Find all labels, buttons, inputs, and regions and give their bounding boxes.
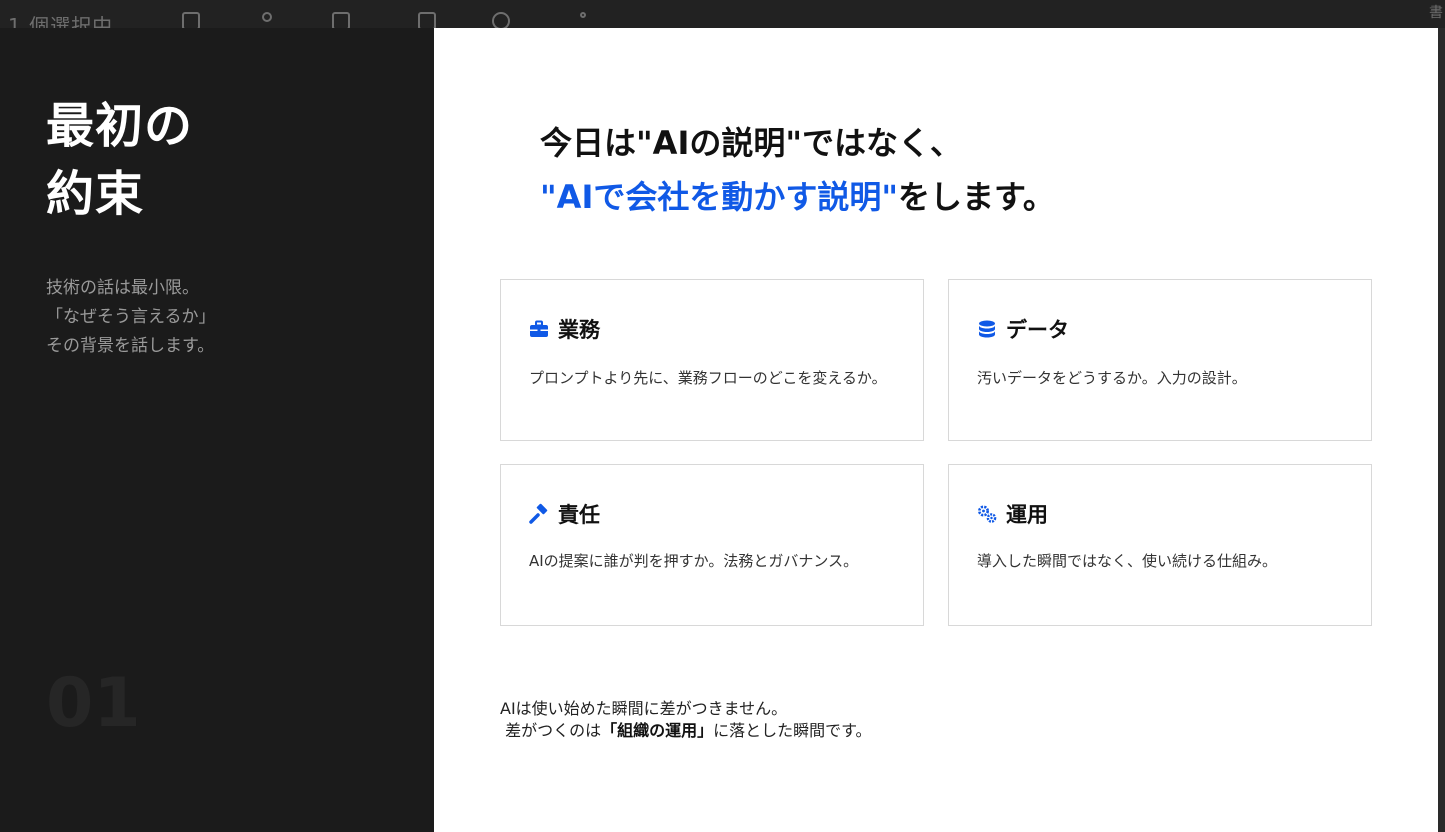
add-user-icon[interactable]	[182, 12, 200, 28]
card-header: データ	[976, 314, 1069, 344]
gears-icon	[978, 505, 997, 523]
selection-count: 1 個選択中	[8, 14, 114, 28]
subtitle-line2: 「なぜそう言えるか」	[46, 307, 216, 327]
card-title: 業務	[558, 318, 600, 342]
headline-line2-rest: をします。	[898, 178, 1055, 216]
trash-icon[interactable]	[418, 12, 436, 28]
headline-line1: 今日は"AIの説明"ではなく、	[540, 124, 963, 162]
card-responsibility: 責任 AIの提案に誰が判を押すか。法務とガバナンス。	[500, 464, 924, 626]
card-description: プロンプトより先に、業務フローのどこを変えるか。	[529, 369, 887, 387]
card-description: 導入した瞬間ではなく、使い続ける仕組み。	[977, 552, 1278, 570]
section-title-line2: 約束	[46, 166, 145, 222]
footer-line2-post: に落とした瞬間です。	[713, 721, 872, 740]
link-icon[interactable]	[492, 12, 510, 28]
left-panel: 最初の 約束 技術の話は最小限。 「なぜそう言えるか」 その背景を話します。 0…	[0, 28, 434, 832]
card-operation: 運用 導入した瞬間ではなく、使い続ける仕組み。	[948, 464, 1372, 626]
footer-line2: 差がつくのは「組織の運用」に落とした瞬間です。	[500, 720, 872, 742]
database-icon	[979, 320, 995, 338]
card-title: データ	[1006, 318, 1069, 342]
subtitle-line1: 技術の話は最小限。	[46, 278, 199, 298]
section-title: 最初の 約束	[46, 92, 193, 228]
slide-number: 01	[46, 664, 141, 743]
card-header: 運用	[976, 499, 1048, 529]
section-subtitle: 技術の話は最小限。 「なぜそう言えるか」 その背景を話します。	[46, 274, 216, 361]
headline: 今日は"AIの説明"ではなく、 "AIで会社を動かす説明"をします。	[540, 116, 1055, 224]
card-title: 責任	[558, 503, 600, 527]
download-icon[interactable]	[262, 12, 272, 22]
card-description: 汚いデータをどうするか。入力の設計。	[977, 369, 1247, 387]
card-description: AIの提案に誰が判を押すか。法務とガバナンス。	[529, 552, 859, 570]
card-title: 運用	[1006, 503, 1048, 527]
gavel-icon	[529, 503, 548, 524]
footer-line1: AIは使い始めた瞬間に差がつきません。	[500, 699, 788, 718]
headline-accent: "AIで会社を動かす説明"	[540, 178, 899, 216]
card-header: 責任	[528, 499, 600, 529]
corner-label: 書	[1429, 5, 1443, 21]
right-edge	[1438, 28, 1445, 832]
content-panel: 今日は"AIの説明"ではなく、 "AIで会社を動かす説明"をします。 業務 プロ…	[434, 28, 1438, 832]
footer-line2-pre: 差がつくのは	[505, 721, 602, 740]
card-header: 業務	[528, 314, 600, 344]
card-data: データ 汚いデータをどうするか。入力の設計。	[948, 279, 1372, 441]
briefcase-icon	[530, 320, 548, 337]
slide-editor-view: 1 個選択中 書 最初の 約束 技術の話は最小限。 「なぜそう言えるか」 その背…	[0, 0, 1445, 832]
card-business: 業務 プロンプトより先に、業務フローのどこを変えるか。	[500, 279, 924, 441]
footer-note: AIは使い始めた瞬間に差がつきません。 差がつくのは「組織の運用」に落とした瞬間…	[500, 698, 872, 742]
subtitle-line3: その背景を話します。	[46, 336, 215, 356]
section-title-line1: 最初の	[46, 98, 194, 154]
editor-toolbar: 1 個選択中 書	[0, 0, 1445, 28]
more-options-icon[interactable]	[580, 12, 586, 18]
footer-emphasis: 「組織の運用」	[601, 721, 714, 740]
folder-icon[interactable]	[332, 12, 350, 28]
headline-line2: "AIで会社を動かす説明"をします。	[540, 170, 1055, 224]
